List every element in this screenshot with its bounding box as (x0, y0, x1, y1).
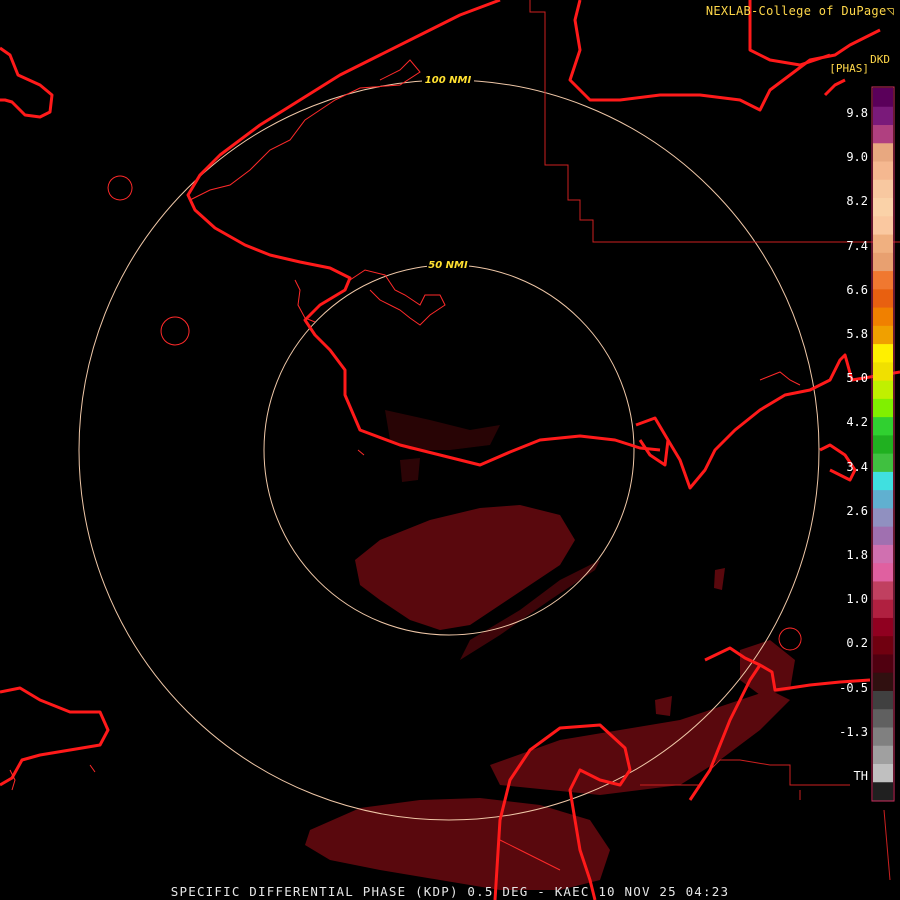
lake-ring-3 (778, 627, 802, 651)
legend-color-swatch (873, 672, 893, 691)
legend-color-swatch (873, 380, 893, 399)
product-code: DKD (870, 53, 890, 66)
product-title: SPECIFIC DIFFERENTIAL PHASE (KDP) 0.5 DE… (170, 884, 730, 899)
legend-color-swatch (873, 252, 893, 272)
legend-color-swatch (873, 343, 893, 363)
range-ring-label-100: 100 NMI (425, 75, 472, 86)
legend-color-swatch (873, 526, 893, 545)
radar-viewer: 100 NMI 50 NMI NEXLAB-College of DuPage◹… (0, 0, 900, 900)
legend-tick-label: 5.0 (846, 371, 868, 386)
echo-speckle-3 (655, 696, 672, 716)
legend-color-swatch (873, 124, 893, 144)
legend-color-swatch (873, 197, 893, 217)
legend-color-swatch (873, 88, 893, 107)
legend-color-swatch (873, 434, 893, 454)
legend-tick-label: 9.0 (846, 150, 868, 165)
legend-color-swatch (873, 726, 893, 746)
legend-tick-label: -1.3 (839, 724, 868, 739)
echo-field-southeast (490, 690, 790, 795)
legend-tick-label: TH (853, 769, 868, 783)
coastline-west-lower (0, 686, 110, 787)
radar-echoes (305, 410, 795, 890)
legend-tick-label: 1.0 (846, 592, 868, 607)
legend-color-swatch (873, 361, 893, 381)
legend-tick-label: -0.5 (839, 680, 868, 695)
legend-color-swatch (873, 307, 893, 326)
legend-color-swatch (873, 416, 893, 436)
range-ring-labels: 100 NMI 50 NMI (422, 73, 474, 271)
legend-color-swatch (873, 599, 893, 618)
legend-color-swatch (873, 745, 893, 764)
lake-ring-2 (160, 316, 190, 346)
legend-color-swatch (873, 708, 893, 728)
credit-mark-icon: ◹ (886, 4, 894, 18)
bay-outline-north (189, 59, 421, 201)
coastline-west-upper (0, 46, 54, 119)
legend-tick-label: 1.8 (846, 548, 868, 562)
legend-color-swatch (873, 161, 893, 180)
legend-color-swatch (873, 288, 893, 308)
legend-tick-label: 5.8 (846, 327, 868, 341)
legend-color-swatch (873, 179, 893, 199)
echo-field-south (305, 798, 610, 890)
legend-tick-label: 3.4 (846, 459, 868, 474)
legend-tick-labels: 9.8 9.0 8.2 7.4 6.6 5.8 5.0 4.2 3.4 2.6 1.8 1.0 0.2 -… (828, 0, 868, 900)
legend-tick-label: 7.4 (846, 238, 868, 253)
legend-tick-label: 4.2 (846, 415, 868, 430)
legend-color-swatch (873, 580, 893, 600)
legend-color-swatch (873, 325, 893, 345)
legend-color-swatch (873, 453, 893, 472)
border-far-right (883, 809, 891, 881)
legend-color-swatch (873, 562, 893, 582)
legend-color-swatch (873, 215, 893, 235)
legend-color-swatch (873, 471, 893, 491)
legend-color-swatch (873, 507, 893, 527)
legend-color-swatch (873, 106, 893, 126)
legend-color-swatch (873, 653, 893, 673)
legend-color-swatch (873, 489, 893, 509)
range-ring-label-50: 50 NMI (428, 260, 468, 271)
radar-map: 100 NMI 50 NMI (0, 0, 900, 900)
echo-cluster-near-coast (385, 410, 500, 450)
coast-marsh-1 (294, 279, 316, 323)
legend-tick-label: 8.2 (846, 194, 868, 209)
legend-color-swatch (873, 781, 893, 801)
legend-tick-label: 6.6 (846, 282, 868, 297)
legend-color-swatch (873, 690, 893, 710)
bay-outline-central (349, 269, 446, 326)
coast-marsh-6 (357, 449, 365, 456)
echo-field-south-central (355, 505, 575, 630)
legend-color-swatch (873, 635, 893, 655)
legend-color-swatch (873, 763, 893, 783)
echo-speckle-1 (400, 458, 420, 482)
legend-color-swatch (873, 270, 893, 290)
legend-tick-label: 0.2 (846, 636, 868, 651)
lake-ring-1 (107, 175, 133, 201)
legend-tick-label: 2.6 (846, 503, 868, 518)
legend-tick-label: 9.8 (846, 106, 868, 120)
legend-color-swatch (873, 234, 893, 253)
legend-color-swatch (873, 617, 893, 637)
coast-marsh-2 (759, 371, 801, 386)
legend-color-bar (871, 86, 895, 802)
legend-color-swatch (873, 544, 893, 564)
coast-marsh-5 (89, 764, 96, 773)
legend-color-swatch (873, 398, 893, 418)
legend-color-swatch (873, 142, 893, 162)
coastline-north (186, 0, 661, 467)
echo-speckle-2 (714, 568, 725, 590)
